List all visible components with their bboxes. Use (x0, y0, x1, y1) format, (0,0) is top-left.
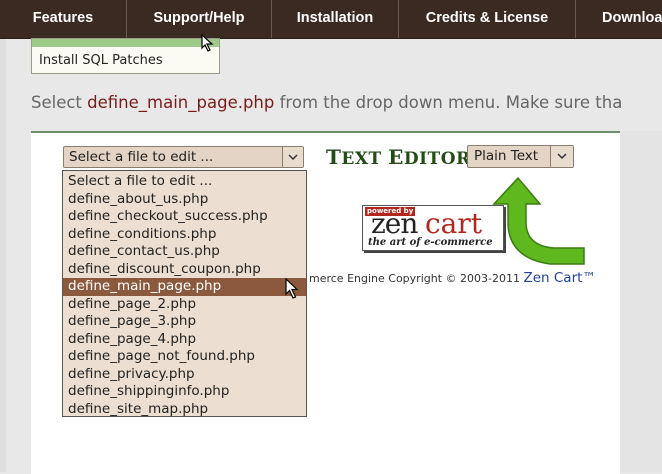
mouse-pointer-icon (201, 34, 214, 52)
dropdown-option[interactable]: define_about_us.php (63, 191, 306, 209)
nav-features[interactable]: Features (0, 0, 127, 38)
dropdown-option[interactable]: define_page_not_found.php (63, 348, 306, 366)
title-part: EXT (341, 149, 389, 169)
top-navigation: Features Support/Help Installation Credi… (0, 0, 662, 39)
dropdown-option-selected[interactable]: define_main_page.php (63, 278, 306, 296)
zen-cart-link[interactable]: Zen Cart™ (523, 270, 595, 286)
dropdown-option[interactable]: define_site_map.php (63, 401, 306, 419)
title-part: DITOR (403, 149, 471, 169)
menu-highlighted-item[interactable] (32, 39, 219, 47)
title-letter: T (326, 145, 342, 169)
logo-tagline: the art of e-commerce (368, 237, 493, 248)
nav-support-help[interactable]: Support/Help (127, 0, 272, 38)
nav-installation[interactable]: Installation (272, 0, 399, 38)
dropdown-option[interactable]: define_conditions.php (63, 226, 306, 244)
dropdown-option[interactable]: Select a file to edit ... (63, 173, 306, 191)
dropdown-option[interactable]: define_page_2.php (63, 296, 306, 314)
dropdown-option[interactable]: define_privacy.php (63, 366, 306, 384)
nav-credits-license[interactable]: Credits & License (399, 0, 576, 38)
dropdown-option[interactable]: define_shippinginfo.php (63, 383, 306, 401)
admin-menu-fragment: Install SQL Patches (31, 38, 220, 74)
instruction-text: Select define_main_page.php from the dro… (31, 93, 622, 112)
logo-cart: cart (425, 207, 483, 240)
chevron-down-icon[interactable] (282, 147, 303, 167)
editor-mode-select[interactable]: Plain Text (467, 145, 574, 168)
copyright-text: merce Engine Copyright © 2003-2011 Zen C… (309, 270, 596, 286)
mouse-pointer-icon (285, 278, 299, 299)
menu-item-install-sql-patches[interactable]: Install SQL Patches (39, 53, 163, 68)
page-left-edge (0, 0, 6, 472)
file-select-value: Select a file to edit ... (69, 149, 214, 165)
copyright-line: merce Engine Copyright © 2003-2011 (309, 272, 524, 285)
dropdown-option[interactable]: define_page_4.php (63, 331, 306, 349)
instruction-filename: define_main_page.php (87, 93, 275, 112)
page-right-edge (620, 131, 662, 472)
editor-mode-value: Plain Text (474, 148, 539, 164)
zen-cart-logo: powered by zen cart the art of e-commerc… (362, 205, 504, 251)
dropdown-option[interactable]: define_checkout_success.php (63, 208, 306, 226)
file-dropdown-list: Select a file to edit ... define_about_u… (62, 170, 307, 417)
text-editor-label: TEXT EDITOR (326, 145, 471, 169)
title-letter: E (388, 145, 404, 169)
logo-zen: zen (371, 207, 418, 240)
chevron-down-icon[interactable] (550, 146, 573, 167)
nav-downloads[interactable]: Downloa (576, 0, 662, 38)
dropdown-option[interactable]: define_page_3.php (63, 313, 306, 331)
dropdown-option[interactable]: define_discount_coupon.php (63, 261, 306, 279)
dropdown-option[interactable]: define_contact_us.php (63, 243, 306, 261)
file-select[interactable]: Select a file to edit ... (63, 146, 304, 168)
instruction-prefix: Select (31, 93, 88, 112)
instruction-suffix: from the drop down menu. Make sure tha (274, 93, 623, 112)
